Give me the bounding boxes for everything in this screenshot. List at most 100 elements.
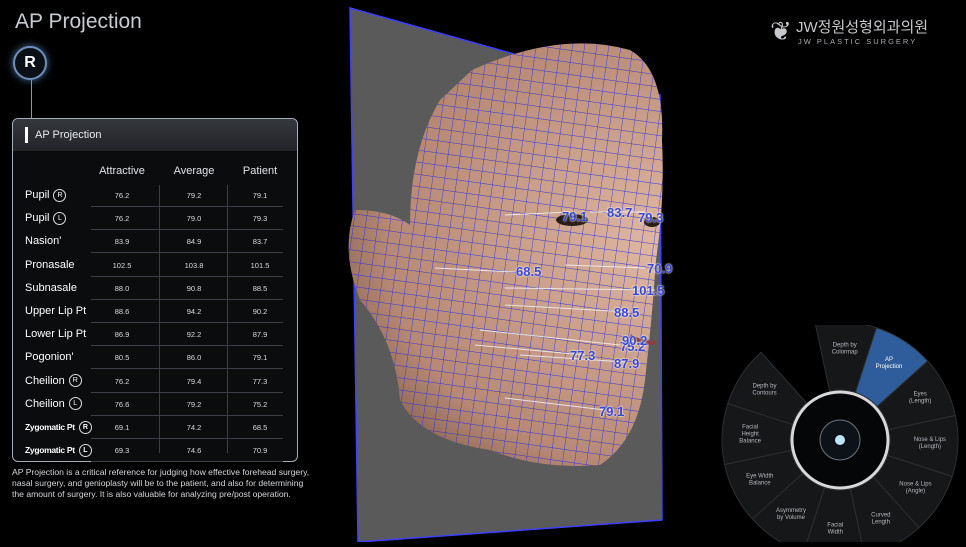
face-value-label: 79.1 [562, 209, 588, 224]
table-cell: 103.8 [184, 260, 204, 270]
menu-item-label[interactable]: Curved Length [871, 513, 890, 526]
table-cell: 79.1 [252, 191, 268, 200]
side-indicator: R [68, 374, 82, 388]
table-cell: 79.3 [252, 214, 268, 224]
face-value-label: 68.5 [516, 264, 542, 279]
column-divider [159, 185, 160, 453]
table-cell: 69.1 [114, 423, 130, 432]
row-label-text: Subnasale [25, 281, 77, 294]
table-cell: 90.2 [252, 307, 268, 316]
row-divider [91, 298, 283, 300]
menu-item-label[interactable]: Asymmetry by Volume [776, 508, 806, 521]
column-header-patient: Patient [242, 165, 278, 177]
row-label-text: Zygomatic Pt [25, 445, 75, 456]
face-value-label: 88.5 [614, 305, 640, 320]
row-divider [91, 391, 283, 393]
row-label: Pogonion' [25, 349, 74, 365]
panel-header: AP Projection [13, 119, 297, 151]
row-label-text: Pupil [25, 212, 50, 225]
column-divider [227, 185, 228, 453]
table-cell: 88.6 [114, 307, 130, 316]
face-value-label: 83.7 [607, 205, 633, 220]
badge-connector-line [31, 80, 32, 120]
row-divider [91, 345, 283, 347]
table-cell: 102.5 [112, 260, 132, 270]
row-divider [91, 368, 283, 370]
page-title: AP Projection [15, 10, 142, 33]
column-header-attractive: Attractive [99, 165, 145, 177]
row-label-text: Nasion' [25, 235, 62, 248]
side-r-badge[interactable]: R [13, 46, 47, 80]
table-cell: 88.5 [252, 283, 268, 293]
row-label: Cheilion L [25, 396, 82, 412]
row-divider [91, 322, 283, 323]
row-divider [91, 461, 283, 463]
menu-item-label[interactable]: Eye Width Balance [746, 473, 773, 486]
row-divider [91, 275, 283, 277]
row-label: Pronasale [25, 257, 75, 273]
table-cell: 77.3 [252, 376, 268, 386]
panel-header-title: AP Projection [35, 129, 102, 141]
table-cell: 86.0 [186, 353, 202, 363]
table-cell: 80.5 [114, 353, 130, 363]
table-cell: 79.1 [252, 353, 268, 363]
row-divider [91, 206, 283, 207]
table-cell: 70.9 [252, 446, 268, 456]
row-label: Subnasale [25, 280, 77, 296]
row-label-text: Cheilion [25, 374, 65, 387]
row-label-text: Cheilion [25, 397, 65, 410]
table-cell: 87.9 [252, 330, 268, 340]
table-cell: 88.0 [114, 283, 130, 293]
row-label-text: Zygomatic Pt [25, 422, 75, 432]
menu-item-label[interactable]: Depth by Colormap [832, 343, 859, 356]
table-cell: 84.9 [186, 237, 202, 247]
row-label-text: Upper Lip Pt [25, 305, 87, 317]
table-cell: 69.3 [114, 446, 130, 456]
table-cell: 76.2 [114, 376, 130, 386]
side-indicator: L [68, 397, 82, 411]
row-label-text: Pronasale [25, 258, 75, 271]
side-indicator: R [53, 188, 67, 202]
face-value-label: 77.3 [570, 348, 596, 363]
face-value-label: 70.9 [647, 261, 673, 276]
analysis-radial-menu[interactable]: Depth by ColormapAP ProjectionEyes (Length)… [721, 325, 966, 542]
row-divider [91, 414, 283, 416]
row-label: Pupil R [25, 187, 67, 203]
row-label: Cheilion R [25, 373, 82, 389]
table-cell: 79.2 [186, 191, 202, 200]
row-label: Pupil L [25, 210, 67, 226]
header-accent-bar [25, 127, 28, 143]
table-cell: 68.5 [252, 423, 268, 432]
row-divider [91, 252, 283, 254]
table-cell: 79.4 [186, 376, 202, 386]
table-cell: 75.2 [252, 399, 268, 409]
dial-center-indicator [835, 435, 845, 445]
face-value-label: 90.2 [622, 333, 648, 348]
face-value-label: 79.3 [638, 210, 664, 225]
row-label-text: Pupil [25, 189, 50, 201]
column-header-average: Average [173, 165, 215, 177]
row-label: Lower Lip Pt [25, 326, 86, 342]
table-cell: 92.2 [186, 330, 202, 340]
row-label: Nasion' [25, 233, 61, 249]
table-cell: 76.2 [114, 191, 130, 200]
side-indicator: L [53, 211, 67, 225]
table-cell: 90.8 [186, 283, 202, 293]
menu-item-label[interactable]: Facial Width [827, 522, 843, 535]
ap-projection-panel: AP Projection Attractive Average Patient… [12, 118, 298, 463]
table-cell: 74.2 [186, 423, 202, 432]
table-cell: 74.6 [186, 446, 202, 456]
row-label: Zygomatic Pt L [25, 442, 92, 458]
row-divider [91, 438, 283, 439]
face-value-label: 87.9 [614, 356, 640, 371]
table-cell: 79.2 [186, 399, 202, 409]
face-value-label: 101.5 [632, 283, 665, 298]
menu-item-label[interactable]: Depth by Contours [752, 383, 776, 396]
table-cell: 76.6 [114, 399, 130, 409]
row-label-text: Lower Lip Pt [25, 328, 87, 341]
row-label-text: Pogonion' [25, 351, 74, 364]
table-cell: 79.0 [186, 214, 202, 224]
table-cell: 94.2 [186, 307, 202, 316]
row-label: Zygomatic Pt R [25, 419, 92, 435]
table-cell: 76.2 [114, 214, 130, 224]
